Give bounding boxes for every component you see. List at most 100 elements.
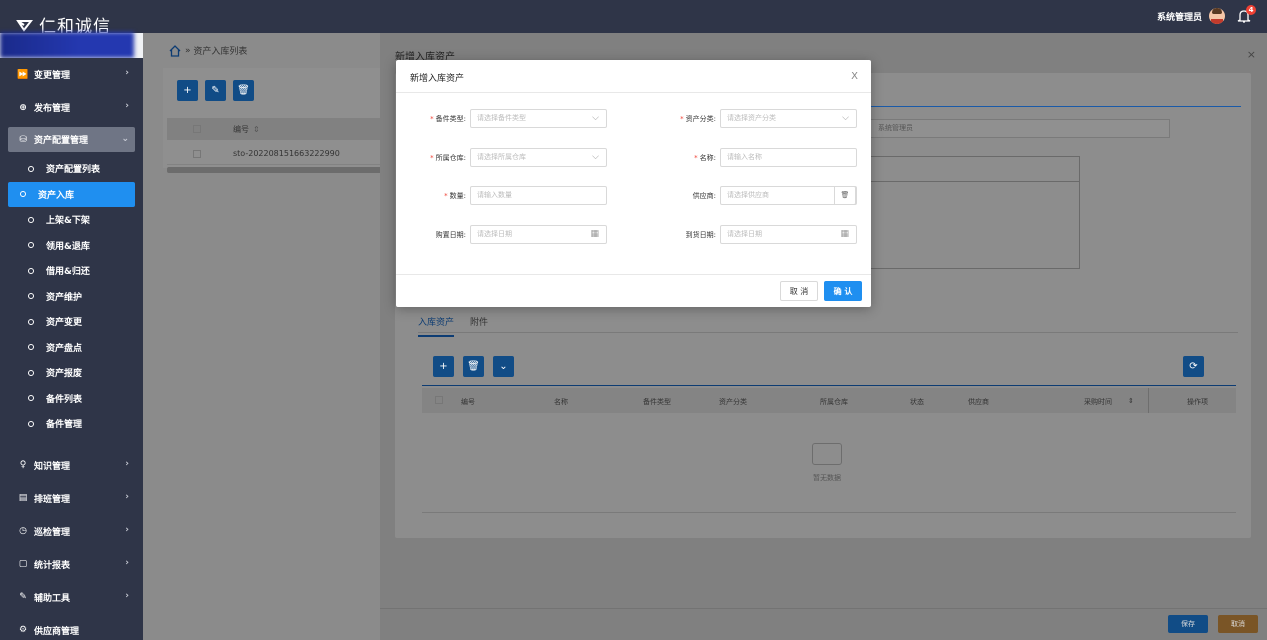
column-header-actions: 操作项 xyxy=(1187,398,1208,406)
breadcrumb: » 资产入库列表 xyxy=(169,44,247,57)
sidebar-subitem-change[interactable]: 资产变更 xyxy=(8,309,135,335)
empty-state: 暂无数据 xyxy=(810,443,844,483)
column-header-no[interactable]: 编号 xyxy=(233,124,249,135)
sidebar-item-release[interactable]: ⊕ 发布管理 › xyxy=(0,91,143,124)
row-checkbox[interactable] xyxy=(193,149,201,158)
sidebar-item-inspection[interactable]: ◷ 巡检管理 › xyxy=(0,515,143,548)
add-button[interactable]: + xyxy=(177,80,198,101)
trash-icon: 🗑 xyxy=(840,191,850,199)
chevron-down-icon: ⌄ xyxy=(499,361,508,372)
edit-button[interactable]: ✎ xyxy=(205,80,226,101)
warehouse-placeholder: 请选择所属仓库 xyxy=(477,153,526,161)
sidebar-subitem-receive[interactable]: 领用&退库 xyxy=(8,233,135,259)
circle-icon xyxy=(20,191,26,198)
sidebar-subitem-label: 借用&归还 xyxy=(46,267,90,278)
notification-button[interactable]: 4 xyxy=(1237,5,1256,24)
calendar-icon: ▤ xyxy=(18,493,28,503)
sidebar-subitem-shelf[interactable]: 上架&下架 xyxy=(8,207,135,233)
required-mark: * xyxy=(430,115,434,123)
supplier-input[interactable]: 请选择供应商 🗑 xyxy=(720,186,857,205)
calendar-icon: ▦ xyxy=(590,229,599,239)
name-input[interactable]: 请输入名称 xyxy=(720,148,857,167)
asset-category-label-text: 资产分类: xyxy=(685,115,716,123)
more-dropdown-button[interactable]: ⌄ xyxy=(493,356,514,377)
asset-category-select[interactable]: 请选择资产分类 ⌵ xyxy=(720,109,857,128)
modal-footer-divider xyxy=(396,274,871,275)
sidebar-item-schedule[interactable]: ▤ 排班管理 › xyxy=(0,482,143,515)
column-header-spare-type: 备件类型 xyxy=(643,398,671,406)
sidebar-subitem-scrap[interactable]: 资产报废 xyxy=(8,360,135,386)
plus-icon: + xyxy=(439,361,448,372)
breadcrumb-current[interactable]: 资产入库列表 xyxy=(193,44,247,57)
quantity-input[interactable]: 请输入数量 xyxy=(470,186,607,205)
tab-attachments[interactable]: 附件 xyxy=(470,315,488,337)
report-icon: ▢ xyxy=(18,559,28,569)
sidebar-subitem-inventory[interactable]: 资产盘点 xyxy=(8,335,135,361)
modal-confirm-button[interactable]: 确 认 xyxy=(824,281,862,301)
warehouse-select[interactable]: 请选择所属仓库 ⌵ xyxy=(470,148,607,167)
textarea-divider xyxy=(866,181,1080,182)
refresh-button[interactable]: ⟳ xyxy=(1183,356,1204,377)
chevron-right-icon: › xyxy=(125,590,129,601)
supplier-label: 供应商: xyxy=(646,191,716,201)
sidebar-item-change[interactable]: ⏩ 变更管理 › xyxy=(0,58,143,91)
required-mark: * xyxy=(680,115,684,123)
sidebar-item-knowledge[interactable]: ♀ 知识管理 › xyxy=(0,449,143,482)
select-all-checkbox[interactable] xyxy=(435,396,443,404)
chevron-right-icon: › xyxy=(125,524,129,535)
sidebar-item-asset-config[interactable]: ⛁ 资产配置管理 ⌄ xyxy=(8,127,135,152)
add-row-button[interactable]: + xyxy=(433,356,454,377)
avatar[interactable] xyxy=(1209,8,1225,24)
drawer-tabs: 入库资产 附件 xyxy=(418,315,504,337)
trash-icon: 🗑 xyxy=(237,85,250,96)
arrival-date-picker[interactable]: 请选择日期 ▦ xyxy=(720,225,857,244)
arrival-date-placeholder: 请选择日期 xyxy=(727,230,762,238)
circle-icon xyxy=(28,318,34,325)
user-name[interactable]: 系统管理员 xyxy=(1157,10,1202,23)
delete-button[interactable]: 🗑 xyxy=(233,80,254,101)
select-all-checkbox[interactable] xyxy=(193,125,201,133)
refresh-icon: ⟳ xyxy=(1189,361,1198,372)
sidebar-subitem-label: 资产维护 xyxy=(46,292,83,303)
sidebar-subitem-asset-inbound[interactable]: 资产入库 xyxy=(8,181,135,207)
cell-no: sto-202208151663222990 xyxy=(233,149,340,158)
sidebar-item-report[interactable]: ▢ 统计报表 › xyxy=(0,548,143,581)
spare-type-select[interactable]: 请选择备件类型 ⌵ xyxy=(470,109,607,128)
chevron-down-icon: ⌵ xyxy=(592,152,599,162)
save-button[interactable]: 保存 xyxy=(1168,615,1208,633)
sidebar-item-label: 发布管理 xyxy=(34,104,71,114)
calendar-icon: ▦ xyxy=(840,229,849,239)
sort-icon[interactable]: ⇕ xyxy=(253,125,260,134)
sidebar-subitem-asset-list[interactable]: 资产配置列表 xyxy=(8,156,135,182)
drawer-cancel-button[interactable]: 取消 xyxy=(1218,615,1258,633)
purchase-date-picker[interactable]: 请选择日期 ▦ xyxy=(470,225,607,244)
sidebar-subitem-spare-manage[interactable]: 备件管理 xyxy=(8,411,135,437)
sidebar-item-supplier[interactable]: ⚙ 供应商管理 xyxy=(0,614,143,640)
delete-row-button[interactable]: 🗑 xyxy=(463,356,484,377)
sidebar-subitem-maintain[interactable]: 资产维护 xyxy=(8,284,135,310)
home-icon[interactable] xyxy=(169,44,181,57)
chevron-down-icon: ⌵ xyxy=(842,113,849,123)
inbound-table-header: 编号 名称 备件类型 资产分类 所属仓库 状态 供应商 采购时间 ⇕ 操作项 xyxy=(422,388,1236,413)
sidebar-item-label: 排班管理 xyxy=(34,494,71,505)
purchase-date-placeholder: 请选择日期 xyxy=(477,230,512,238)
operator-input[interactable]: 系统管理员 xyxy=(869,119,1170,138)
tab-inbound-assets[interactable]: 入库资产 xyxy=(418,315,455,337)
sort-icon[interactable]: ⇕ xyxy=(1128,397,1134,405)
circle-icon xyxy=(28,242,34,249)
column-header-purchase-time[interactable]: 采购时间 xyxy=(1084,397,1112,407)
clear-supplier-button[interactable]: 🗑 xyxy=(834,186,856,205)
quantity-label-text: 数量: xyxy=(449,192,466,200)
drawer-close-button[interactable]: × xyxy=(1247,48,1256,61)
modal-cancel-button[interactable]: 取 消 xyxy=(780,281,818,301)
modal-close-button[interactable]: X xyxy=(851,71,858,82)
sidebar-subitem-borrow[interactable]: 借用&归还 xyxy=(8,258,135,284)
chevron-right-icon: › xyxy=(125,101,129,111)
sidebar-subitem-spare-list[interactable]: 备件列表 xyxy=(8,386,135,412)
sidebar-subitem-label: 资产报废 xyxy=(46,369,83,380)
sidebar-subitem-label: 备件管理 xyxy=(46,420,83,431)
sidebar-item-tools[interactable]: ✎ 辅助工具 › xyxy=(0,581,143,614)
section-divider xyxy=(866,106,1241,107)
quantity-label: * 数量: xyxy=(396,191,466,201)
remark-textarea[interactable] xyxy=(866,156,1080,269)
